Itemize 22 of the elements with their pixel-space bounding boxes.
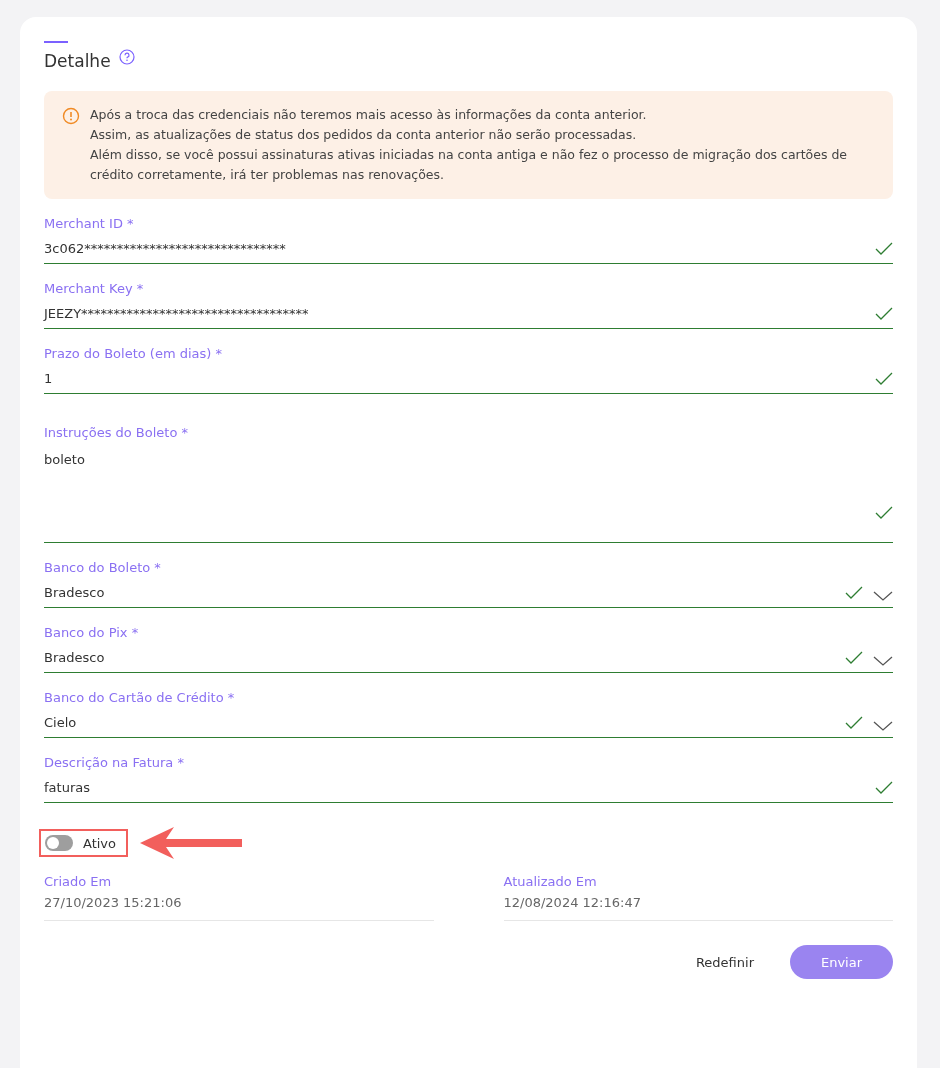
chevron-down-icon (873, 656, 893, 666)
chevron-down-icon (873, 721, 893, 731)
warning-text: Após a troca das credenciais não teremos mais acesso às informações da conta anterior. (90, 106, 648, 124)
input-field[interactable]: Prazo do Boleto (em dias) * 1 (44, 345, 893, 394)
warning-text: Assim, as atualizações de status dos pedidos da conta anterior não serão processadas. (90, 126, 638, 144)
section-title: Detalhe (44, 51, 111, 71)
input-field[interactable]: Merchant Key * JEEZY*********************************** (44, 280, 893, 329)
input-field[interactable]: Descrição na Fatura * faturas (44, 754, 893, 803)
textarea-field[interactable]: Instruções do Boleto * boleto (44, 424, 893, 543)
date-field: Atualizado Em 12/08/2024 12:16:47 (503, 873, 893, 921)
chevron-down-icon (873, 591, 893, 601)
select-field[interactable]: Banco do Cartão de Crédito * Cielo (44, 689, 893, 738)
toggle-switch[interactable] (45, 835, 73, 851)
toggle-label: Ativo (83, 835, 117, 851)
input-field[interactable]: Merchant ID * 3c062******************************* (44, 215, 893, 264)
warning-icon (62, 107, 80, 125)
help-icon[interactable] (118, 49, 135, 65)
date-field: Criado Em 27/10/2023 15:21:06 (44, 873, 434, 921)
select-field[interactable]: Banco do Pix * Bradesco (44, 624, 893, 673)
reset-button[interactable]: Redefinir (689, 953, 760, 971)
select-field[interactable]: Banco do Boleto * Bradesco (44, 559, 893, 608)
warning-text: Além disso, se você possui assinaturas ativas iniciadas na conta antiga e não fez o processo de migração dos cartões de crédito corretamente, irá ter problemas nas renovações. (90, 146, 849, 184)
